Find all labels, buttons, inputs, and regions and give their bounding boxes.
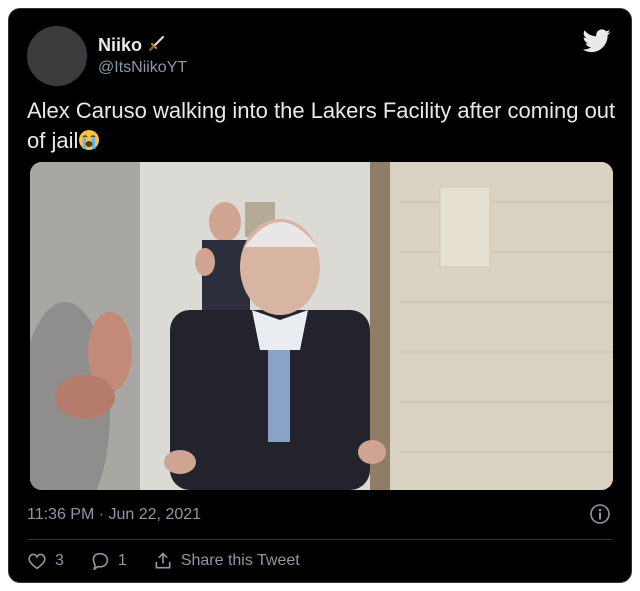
divider (27, 539, 613, 540)
user-handle[interactable]: @ItsNiikoYT (98, 59, 187, 77)
tweet-video[interactable] (30, 162, 613, 490)
crying-face-emoji-icon (78, 129, 100, 151)
tweet-timestamp[interactable]: 11:36 PM · Jun 22, 2021 (27, 506, 201, 524)
reply-button[interactable]: 1 (90, 552, 127, 570)
share-icon (155, 552, 171, 569)
heart-icon (28, 553, 46, 570)
tweet-text-body: Alex Caruso walking into the Lakers Faci… (27, 98, 616, 153)
display-name-row[interactable]: Niiko (98, 34, 166, 57)
sword-emoji-icon (148, 34, 166, 57)
display-name[interactable]: Niiko (98, 35, 142, 56)
tweet-text: Alex Caruso walking into the Lakers Faci… (27, 96, 617, 156)
tweet-card: Niiko @ItsNiikoYT Alex Caruso walking in… (8, 8, 632, 583)
like-count: 3 (55, 552, 64, 569)
avatar[interactable] (27, 26, 87, 86)
reply-count: 1 (117, 552, 127, 569)
like-button[interactable]: 3 (27, 552, 64, 570)
tweet-actions: 3 1 Share this Tweet (27, 549, 326, 573)
share-button[interactable]: Share this Tweet (153, 551, 300, 571)
share-label: Share this Tweet (180, 552, 300, 569)
reply-icon (92, 552, 109, 570)
twitter-bird-icon[interactable] (582, 29, 611, 58)
video-frame-icon (30, 162, 613, 490)
info-icon[interactable] (589, 503, 611, 530)
